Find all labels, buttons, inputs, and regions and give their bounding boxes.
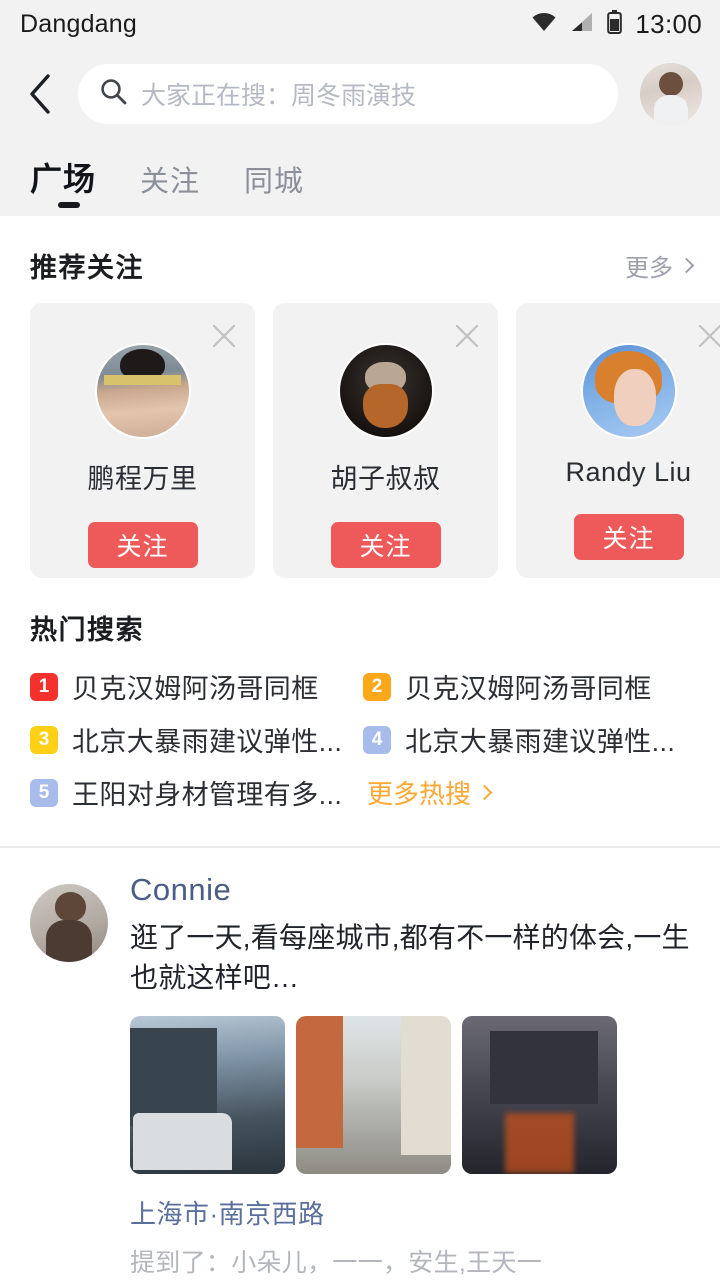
hot-search-text: 贝克汉姆阿汤哥同框 bbox=[72, 674, 319, 704]
avatar-image bbox=[582, 345, 675, 437]
tab-plaza[interactable]: 广场 bbox=[30, 154, 96, 216]
post-text: 逛了一天,看每座城市,都有不一样的体会,一生也就这样吧… bbox=[130, 922, 690, 993]
hot-search-item[interactable]: 1 贝克汉姆阿汤哥同框 bbox=[30, 667, 363, 706]
hot-search-list: 1 贝克汉姆阿汤哥同框 2 贝克汉姆阿汤哥同框 3 北京大暴雨建议弹性... 4… bbox=[0, 665, 720, 838]
clock-label: 13:00 bbox=[635, 8, 702, 39]
hot-search-text: 王阳对身材管理有多... bbox=[72, 780, 343, 810]
post-location[interactable]: 上海市·南京西路 bbox=[130, 1194, 694, 1231]
search-icon bbox=[100, 78, 127, 110]
close-icon[interactable] bbox=[454, 323, 480, 349]
status-bar: Dangdang 13:00 bbox=[0, 0, 720, 48]
user-name: 鹏程万里 bbox=[87, 464, 198, 494]
close-icon[interactable] bbox=[211, 323, 237, 349]
city-street-photo bbox=[130, 1015, 285, 1174]
recommend-user-card[interactable]: 鹏程万里 关注 bbox=[30, 303, 255, 578]
tab-nearby[interactable]: 同城 bbox=[244, 158, 304, 216]
status-indicators: 13:00 bbox=[531, 9, 702, 40]
post-mentions: 提到了：小朵儿，一一，安生,王天一 bbox=[130, 1248, 543, 1277]
post-username[interactable]: Connie bbox=[130, 872, 694, 908]
profile-avatar[interactable] bbox=[640, 63, 702, 125]
rank-badge: 3 bbox=[30, 725, 58, 754]
avatar[interactable] bbox=[94, 343, 191, 439]
tab-active-indicator bbox=[58, 202, 80, 208]
recommend-header: 推荐关注 更多 bbox=[0, 216, 720, 303]
hot-search-text: 北京大暴雨建议弹性... bbox=[72, 727, 343, 757]
recommend-follow-section: 推荐关注 更多 鹏程万里 关注 胡子叔叔 关注 Randy Liu 关注 bbox=[0, 216, 720, 578]
post-image[interactable] bbox=[130, 1015, 285, 1174]
section-title: 推荐关注 bbox=[30, 253, 144, 283]
post-image-grid bbox=[130, 1015, 694, 1174]
chevron-right-icon bbox=[678, 257, 695, 274]
search-input[interactable]: 大家正在搜：周冬雨演技 bbox=[78, 64, 618, 124]
recommend-user-card[interactable]: Randy Liu 关注 bbox=[516, 303, 720, 578]
user-name: Randy Liu bbox=[565, 457, 692, 487]
battery-icon bbox=[607, 9, 623, 39]
tab-bar: 广场 关注 同城 bbox=[0, 140, 720, 216]
avatar[interactable] bbox=[337, 343, 434, 439]
section-title: 热门搜索 bbox=[30, 615, 144, 645]
hot-search-text: 贝克汉姆阿汤哥同框 bbox=[405, 674, 652, 704]
post-body: Connie 逛了一天,看每座城市,都有不一样的体会,一生也就这样吧… 上海市·… bbox=[130, 872, 694, 1279]
hot-search-item[interactable]: 5 王阳对身材管理有多... bbox=[30, 773, 363, 812]
cellular-signal-icon bbox=[570, 12, 594, 37]
tab-label: 同城 bbox=[244, 166, 305, 198]
avatar-image bbox=[30, 884, 108, 962]
recommend-user-card[interactable]: 胡子叔叔 关注 bbox=[273, 303, 498, 578]
hot-search-section: 热门搜索 1 贝克汉姆阿汤哥同框 2 贝克汉姆阿汤哥同框 3 北京大暴雨建议弹性… bbox=[0, 578, 720, 848]
app-header: Dangdang 13:00 大家正在搜：周冬雨演技 广场 关注 同城 bbox=[0, 0, 720, 216]
hot-search-item[interactable]: 4 北京大暴雨建议弹性... bbox=[363, 720, 696, 759]
avatar-image bbox=[96, 345, 189, 437]
tab-following[interactable]: 关注 bbox=[140, 158, 200, 216]
chevron-right-icon bbox=[476, 784, 493, 801]
search-placeholder-text: 大家正在搜：周冬雨演技 bbox=[141, 82, 417, 110]
hot-search-text: 北京大暴雨建议弹性... bbox=[405, 727, 676, 757]
tab-label: 关注 bbox=[140, 166, 201, 198]
tab-label: 广场 bbox=[30, 161, 97, 197]
rank-badge: 2 bbox=[363, 672, 391, 701]
follow-button[interactable]: 关注 bbox=[573, 514, 684, 560]
more-hot-search-label: 更多热搜 bbox=[367, 779, 472, 809]
user-name: 胡子叔叔 bbox=[330, 464, 441, 494]
rank-badge: 1 bbox=[30, 672, 58, 701]
more-hot-search-button[interactable]: 更多热搜 bbox=[363, 773, 696, 812]
carrier-label: Dangdang bbox=[20, 9, 137, 38]
post-image[interactable] bbox=[462, 1015, 617, 1174]
avatar-image bbox=[339, 345, 432, 437]
wifi-icon bbox=[531, 12, 557, 37]
waterfront-night-photo bbox=[462, 1015, 617, 1174]
more-label: 更多 bbox=[625, 255, 673, 282]
hot-search-item[interactable]: 3 北京大暴雨建议弹性... bbox=[30, 720, 363, 759]
follow-button[interactable]: 关注 bbox=[330, 522, 441, 568]
rank-badge: 5 bbox=[30, 778, 58, 807]
avatar[interactable] bbox=[580, 343, 677, 439]
hot-search-header: 热门搜索 bbox=[0, 578, 720, 665]
feed-post[interactable]: Connie 逛了一天,看每座城市,都有不一样的体会,一生也就这样吧… 上海市·… bbox=[0, 848, 720, 1279]
recommend-user-carousel[interactable]: 鹏程万里 关注 胡子叔叔 关注 Randy Liu 关注 bbox=[0, 303, 720, 578]
post-image[interactable] bbox=[296, 1015, 451, 1174]
venice-canal-photo bbox=[296, 1015, 451, 1174]
rank-badge: 4 bbox=[363, 725, 391, 754]
search-bar-row: 大家正在搜：周冬雨演技 bbox=[0, 48, 720, 140]
close-icon[interactable] bbox=[697, 323, 720, 349]
back-chevron-icon bbox=[30, 74, 50, 114]
avatar[interactable] bbox=[30, 884, 108, 962]
avatar-image bbox=[640, 63, 702, 125]
hot-search-item[interactable]: 2 贝克汉姆阿汤哥同框 bbox=[363, 667, 696, 706]
recommend-more-button[interactable]: 更多 bbox=[625, 248, 695, 283]
follow-button[interactable]: 关注 bbox=[87, 522, 198, 568]
back-button[interactable] bbox=[12, 66, 68, 122]
